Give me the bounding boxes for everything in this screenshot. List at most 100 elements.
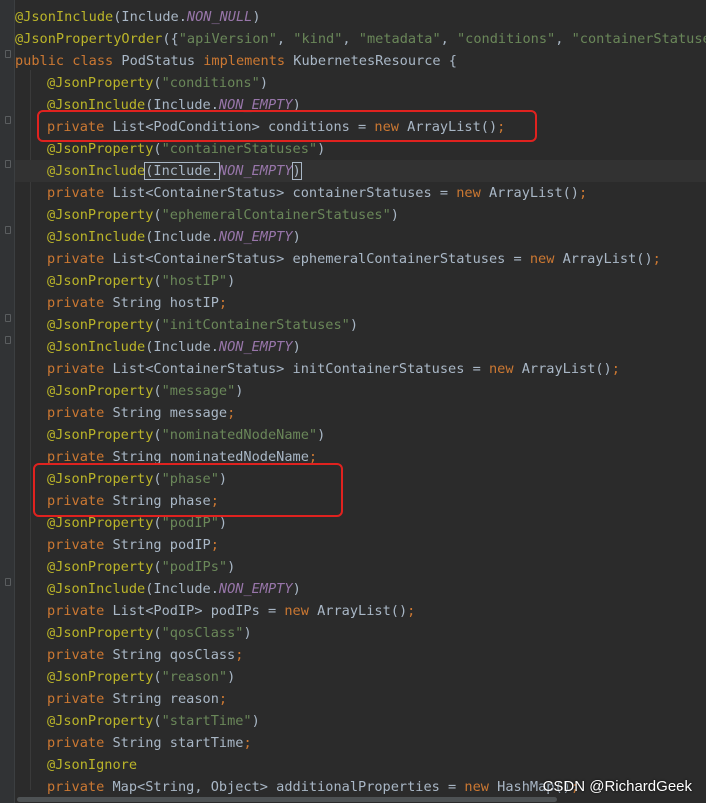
keyword: private [47,603,113,619]
annotation: @JsonInclude [47,581,146,597]
code-line: private List<ContainerStatus> ephemeralC… [15,248,706,270]
code-text: ( [153,273,162,289]
annotation: @JsonProperty [47,427,154,443]
fold-marker-icon[interactable] [5,578,11,586]
code-text: , [440,31,457,47]
annotation: @JsonPropertyOrder [15,31,163,47]
code-line: @JsonProperty("hostIP") [15,270,706,292]
string-literal: "ephemeralContainerStatuses" [161,207,391,223]
code-text: ( [153,427,162,443]
keyword: ; [210,537,219,553]
annotation: @JsonProperty [47,383,154,399]
string-literal: "podIPs" [161,559,228,575]
code-text: ) [292,581,301,597]
keyword: public class [15,53,122,69]
code-text: ) [292,229,301,245]
annotation: @JsonInclude [47,229,146,245]
annotation: @JsonProperty [47,625,154,641]
string-literal: "metadata" [358,31,441,47]
string-literal: "reason" [161,669,228,685]
scrollbar-thumb[interactable] [17,797,557,802]
code-line: private List<ContainerStatus> initContai… [15,358,706,380]
annotation: @JsonIgnore [47,757,138,773]
keyword: ; [218,691,228,707]
code-line: private String startTime; [15,732,706,754]
code-text: List<PodIP> podIPs = [112,603,285,619]
fold-marker-icon[interactable] [5,116,11,124]
string-literal: "qosClass" [161,625,244,641]
code-text: , [276,31,294,47]
keyword: private [47,691,113,707]
keyword: private [47,647,113,663]
code-text: ) [251,713,260,729]
code-line: private String hostIP; [15,292,706,314]
code-text: ) [349,317,359,333]
code-text: ( [153,141,162,157]
code-line: @JsonProperty("podIPs") [15,556,706,578]
code-text: ( [153,207,162,223]
code-text: ArrayList() [521,361,612,377]
code-text: ( [153,75,162,91]
constant: NON_EMPTY [218,581,293,597]
keyword: implements [203,53,294,69]
fold-marker-icon[interactable] [5,50,11,58]
code-line: @JsonPropertyOrder({"apiVersion", "kind"… [15,28,706,50]
code-text: String startTime [112,735,244,751]
code-text: ) [390,207,399,223]
string-literal: "hostIP" [161,273,228,289]
string-literal: "conditions" [161,75,260,91]
code-text: (Include. [113,9,187,25]
code-text: ( [153,317,162,333]
keyword: ; [227,405,236,421]
code-text: List<ContainerStatus> initContainerStatu… [112,361,489,377]
keyword: ; [235,647,244,663]
keyword: ; [407,603,416,619]
code-text: ) [235,383,244,399]
code-text: ArrayList() [488,185,579,201]
keyword: private [47,405,113,421]
annotation: @JsonInclude [15,9,114,25]
fold-marker-icon[interactable] [5,314,11,322]
keyword: new [464,779,498,795]
code-line: private String podIP; [15,534,706,556]
code-line: @JsonProperty("startTime") [15,710,706,732]
string-literal: "kind" [293,31,343,47]
code-text: List<ContainerStatus> ephemeralContainer… [112,251,530,267]
string-literal: "message" [161,383,236,399]
code-line: private String qosClass; [15,644,706,666]
code-line: public class PodStatus implements Kubern… [15,50,706,72]
keyword: ; [652,251,661,267]
constant: NON_EMPTY [218,163,293,179]
code-text: (Include. [145,581,219,597]
keyword: ; [611,361,620,377]
keyword: private [47,295,113,311]
code-text: ) [317,141,326,157]
code-text: ArrayList() [317,603,408,619]
string-literal: "containerStatuses" [161,141,318,157]
keyword: ; [243,735,252,751]
code-text: , [555,31,572,47]
code-text: KubernetesResource { [293,53,457,69]
code-text: ) [227,669,236,685]
code-line: private List<ContainerStatus> containerS… [15,182,706,204]
keyword: new [488,361,522,377]
code-text: ) [227,273,236,289]
horizontal-scrollbar[interactable] [15,796,705,803]
annotation: @JsonProperty [47,713,154,729]
keyword: private [47,185,113,201]
keyword: private [47,361,113,377]
fold-marker-icon[interactable] [5,160,11,168]
code-text: ) [291,162,302,180]
code-text: ( [153,559,162,575]
code-line: @JsonProperty("initContainerStatuses") [15,314,706,336]
fold-marker-icon[interactable] [5,226,11,234]
string-literal: "podIP" [161,515,219,531]
annotation: @JsonProperty [47,75,154,91]
constant: NON_EMPTY [218,339,293,355]
keyword: new [456,185,489,201]
code-text: ) [227,559,236,575]
annotation: @JsonProperty [47,669,154,685]
highlight-box-conditions [37,110,537,142]
keyword: ; [579,185,588,201]
fold-marker-icon[interactable] [5,336,11,344]
